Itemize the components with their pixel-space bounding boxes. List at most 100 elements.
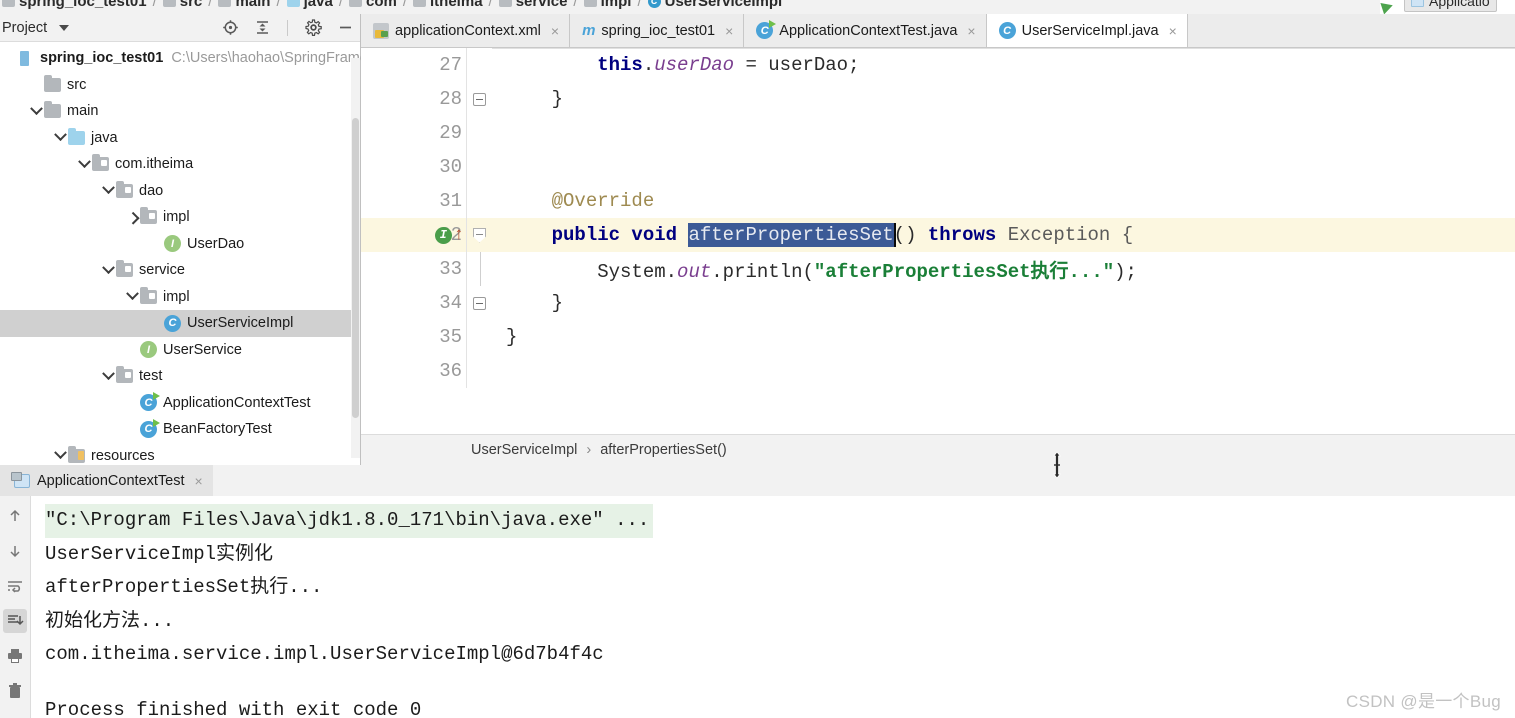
close-icon[interactable]: × bbox=[551, 23, 559, 39]
tree-node[interactable]: com.itheima bbox=[0, 151, 360, 178]
chevron-down-icon[interactable] bbox=[52, 446, 68, 460]
breadcrumb-class[interactable]: UserServiceImpl bbox=[471, 442, 577, 458]
tree-node[interactable]: C BeanFactoryTest bbox=[0, 416, 360, 443]
fold-column[interactable] bbox=[466, 82, 492, 116]
line-gutter[interactable]: 27 bbox=[361, 48, 466, 82]
line-gutter[interactable]: 32I↑ bbox=[361, 218, 466, 252]
fold-collapse-icon[interactable] bbox=[473, 92, 486, 106]
tree-node[interactable]: spring_ioc_test01 C:\Users\haohao\SpringF… bbox=[0, 45, 368, 72]
editor-tab[interactable]: C ApplicationContextTest.java × bbox=[744, 14, 987, 47]
override-arrow-icon[interactable]: ↑ bbox=[454, 227, 464, 244]
project-tree-scrollbar[interactable] bbox=[351, 58, 360, 458]
top-breadcrumb-item[interactable]: spring_ioc_test01 bbox=[2, 0, 147, 10]
tree-node[interactable]: dao bbox=[0, 178, 360, 205]
locate-icon[interactable] bbox=[221, 19, 239, 37]
code-line[interactable]: 31 @Override bbox=[361, 184, 1515, 218]
tree-node[interactable]: service bbox=[0, 257, 360, 284]
fold-column[interactable] bbox=[466, 286, 492, 320]
top-breadcrumb-item[interactable]: src bbox=[162, 0, 202, 10]
fold-column[interactable] bbox=[466, 48, 492, 82]
fold-column[interactable] bbox=[466, 252, 492, 286]
top-breadcrumb-item[interactable]: java bbox=[286, 0, 333, 10]
scroll-to-end-icon[interactable] bbox=[3, 609, 27, 633]
fold-column[interactable] bbox=[466, 218, 492, 252]
code-line[interactable]: 32I↑ public void afterPropertiesSet() th… bbox=[361, 218, 1515, 252]
gear-icon[interactable] bbox=[304, 19, 322, 37]
tree-node[interactable]: src bbox=[0, 72, 360, 99]
close-icon[interactable]: × bbox=[725, 23, 733, 39]
line-gutter[interactable]: 36 bbox=[361, 354, 466, 388]
fold-region-icon[interactable] bbox=[473, 227, 486, 243]
line-gutter[interactable]: 29 bbox=[361, 116, 466, 150]
chevron-down-icon[interactable] bbox=[76, 155, 92, 169]
fold-column[interactable] bbox=[466, 320, 492, 354]
trash-icon[interactable] bbox=[3, 679, 27, 703]
top-breadcrumb-item[interactable]: main bbox=[218, 0, 270, 10]
breadcrumb-method[interactable]: afterPropertiesSet() bbox=[600, 442, 727, 458]
editor-tab[interactable]: C UserServiceImpl.java × bbox=[986, 14, 1188, 47]
run-configuration-widget[interactable]: Applicatio bbox=[1380, 0, 1515, 14]
tree-node[interactable]: impl bbox=[0, 204, 360, 231]
fold-collapse-icon[interactable] bbox=[473, 296, 486, 310]
fold-column[interactable] bbox=[466, 184, 492, 218]
tree-node[interactable]: test bbox=[0, 363, 360, 390]
print-icon[interactable] bbox=[3, 644, 27, 668]
chevron-down-icon[interactable] bbox=[52, 128, 68, 142]
fold-column[interactable] bbox=[466, 150, 492, 184]
close-icon[interactable]: × bbox=[967, 23, 975, 39]
implements-method-icon[interactable]: I bbox=[434, 226, 452, 244]
console-tab[interactable]: ApplicationContextTest × bbox=[0, 465, 213, 496]
code-line[interactable]: 35} bbox=[361, 320, 1515, 354]
scrollbar-thumb[interactable] bbox=[352, 118, 359, 418]
code-line[interactable]: 36 bbox=[361, 354, 1515, 388]
close-icon[interactable]: × bbox=[1169, 23, 1177, 39]
fold-column[interactable] bbox=[466, 116, 492, 150]
top-breadcrumb-item[interactable]: impl bbox=[583, 0, 631, 10]
tree-node[interactable]: C ApplicationContextTest bbox=[0, 390, 360, 417]
tree-node[interactable]: C UserServiceImpl bbox=[0, 310, 360, 337]
fold-column[interactable] bbox=[466, 354, 492, 388]
up-icon[interactable] bbox=[3, 504, 27, 528]
minimize-icon[interactable] bbox=[336, 19, 354, 37]
chevron-down-icon[interactable] bbox=[100, 261, 116, 275]
editor-tab[interactable]: applicationContext.xml × bbox=[361, 14, 571, 47]
run-button-icon[interactable] bbox=[1380, 0, 1395, 14]
close-icon[interactable]: × bbox=[195, 473, 203, 489]
code-line[interactable]: 28 } bbox=[361, 82, 1515, 116]
line-gutter[interactable]: 33 bbox=[361, 252, 466, 286]
console-line-text: com.itheima.service.impl.UserServiceImpl… bbox=[45, 643, 604, 665]
editor-tab[interactable]: m spring_ioc_test01 × bbox=[570, 14, 745, 47]
tree-node[interactable]: I UserDao bbox=[0, 231, 360, 258]
tree-node[interactable]: java bbox=[0, 125, 360, 152]
code-editor[interactable]: 27 this.userDao = userDao; 28 } 29 30 31 @Ov… bbox=[361, 48, 1515, 465]
line-gutter[interactable]: 30 bbox=[361, 150, 466, 184]
tree-node[interactable]: I UserService bbox=[0, 337, 360, 364]
code-line[interactable]: 33 System.out.println("afterPropertiesSe… bbox=[361, 252, 1515, 286]
top-breadcrumb-item[interactable]: C UserServiceImpl bbox=[647, 0, 782, 10]
project-tree[interactable]: spring_ioc_test01 C:\Users\haohao\SpringF… bbox=[0, 42, 368, 469]
line-gutter[interactable]: 35 bbox=[361, 320, 466, 354]
console-body: "C:\Program Files\Java\jdk1.8.0_171\bin\… bbox=[0, 496, 1515, 718]
line-gutter[interactable]: 34 bbox=[361, 286, 466, 320]
code-line[interactable]: 29 bbox=[361, 116, 1515, 150]
tree-node[interactable]: impl bbox=[0, 284, 360, 311]
code-line[interactable]: 27 this.userDao = userDao; bbox=[361, 48, 1515, 82]
line-gutter[interactable]: 31 bbox=[361, 184, 466, 218]
chevron-right-icon[interactable] bbox=[124, 211, 140, 225]
line-gutter[interactable]: 28 bbox=[361, 82, 466, 116]
collapse-all-icon[interactable] bbox=[253, 19, 271, 37]
chevron-down-icon[interactable] bbox=[124, 287, 140, 301]
code-line[interactable]: 30 bbox=[361, 150, 1515, 184]
chevron-down-icon[interactable] bbox=[100, 367, 116, 381]
soft-wrap-icon[interactable] bbox=[3, 574, 27, 598]
tree-node[interactable]: main bbox=[0, 98, 360, 125]
top-breadcrumb-item[interactable]: itheima bbox=[413, 0, 483, 10]
console-output[interactable]: "C:\Program Files\Java\jdk1.8.0_171\bin\… bbox=[31, 496, 1515, 718]
top-breadcrumb-item[interactable]: com bbox=[349, 0, 397, 10]
chevron-down-icon[interactable] bbox=[59, 24, 70, 31]
top-breadcrumb-item[interactable]: service bbox=[498, 0, 567, 10]
code-line[interactable]: 34 } bbox=[361, 286, 1515, 320]
down-icon[interactable] bbox=[3, 539, 27, 563]
chevron-down-icon[interactable] bbox=[100, 181, 116, 195]
chevron-down-icon[interactable] bbox=[28, 102, 44, 116]
